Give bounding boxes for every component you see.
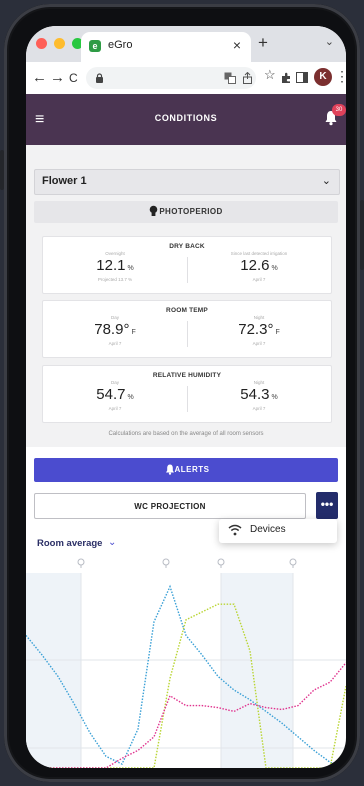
browser-menu-icon[interactable]: ⋮ (335, 68, 346, 85)
room-select[interactable]: Flower 1 ⌄ (34, 169, 340, 195)
stat-value: 54.7 (96, 386, 126, 403)
conditions-panel: Flower 1 ⌄ PHOTOPERIOD DRY BACK Overnigh… (26, 145, 346, 447)
wifi-icon (228, 524, 242, 536)
phone-screen: e eGro × + ⌄ ← → C ☆ K ⋮ ≡ CONDITIONS 30… (26, 26, 346, 768)
stat-value: 72.3° (238, 321, 274, 338)
stat-unit: F (275, 329, 280, 336)
egro-favicon-icon: e (89, 40, 101, 52)
app-header: ≡ CONDITIONS 30 (26, 94, 346, 145)
close-window-dot[interactable] (36, 38, 47, 49)
stat-note: April 7 (108, 406, 122, 411)
room-average-select[interactable]: Room average (37, 538, 102, 549)
share-icon[interactable] (242, 72, 253, 84)
wc-projection-label: WC PROJECTION (134, 502, 206, 511)
relative-humidity-card: RELATIVE HUMIDITY Day 54.7% April 7 Nigh… (42, 365, 332, 423)
calculation-footnote: Calculations are based on the average of… (108, 431, 264, 437)
tab-close-icon[interactable]: × (233, 37, 241, 53)
page-title: CONDITIONS (154, 113, 218, 123)
card-title: RELATIVE HUMIDITY (152, 372, 222, 379)
stat-note: April 7 (252, 341, 266, 346)
phone-side-button (360, 200, 364, 270)
menu-item-devices[interactable]: Devices (250, 524, 286, 535)
back-icon[interactable]: ← (32, 69, 47, 86)
bulb-marker-icon (77, 558, 85, 568)
dry-back-card: DRY BACK Overnight 12.1% Projected 13.7 … (42, 236, 332, 294)
card-right-stat: Night 54.3% April 7 (187, 380, 331, 420)
browser-tab-bar: e eGro × + ⌄ (26, 26, 346, 62)
alerts-button[interactable]: ALERTS (34, 458, 338, 482)
stat-value: 54.3 (240, 386, 270, 403)
minimize-window-dot[interactable] (54, 38, 65, 49)
more-options-menu: Devices (219, 519, 337, 543)
card-right-stat: Night 72.3° F April 7 (187, 315, 331, 355)
room-temp-card: ROOM TEMP Day 78.9° F April 7 Night 72.3°… (42, 300, 332, 358)
more-options-button[interactable]: ••• (316, 492, 338, 519)
chevron-down-icon[interactable]: ⌄ (108, 537, 116, 548)
lock-icon (96, 73, 103, 83)
stat-value: 78.9° (94, 321, 130, 338)
extensions-icon[interactable] (280, 72, 292, 84)
alerts-label: ALERTS (174, 465, 210, 474)
card-title: DRY BACK (169, 243, 205, 250)
chevron-down-icon: ⌄ (321, 175, 331, 187)
window-controls (36, 38, 83, 49)
bookmark-star-icon[interactable]: ☆ (264, 67, 276, 83)
bulb-marker-icon (217, 558, 225, 568)
conditions-chart (26, 558, 346, 768)
profile-avatar[interactable]: K (314, 68, 332, 86)
browser-tab[interactable]: e eGro × (81, 32, 251, 62)
stat-unit: F (131, 329, 136, 336)
card-left-stat: Overnight 12.1% Projected 13.7 % (43, 251, 187, 291)
translate-icon[interactable] (224, 72, 236, 84)
stat-value: 12.1 (96, 257, 126, 274)
bulb-marker-icon (289, 558, 297, 568)
tab-search-icon[interactable]: ⌄ (325, 35, 334, 48)
new-tab-icon[interactable]: + (258, 33, 268, 53)
stat-unit: % (127, 394, 134, 401)
stat-unit: % (271, 265, 278, 272)
room-select-value: Flower 1 (42, 175, 87, 187)
card-left-stat: Day 54.7% April 7 (43, 380, 187, 420)
stat-value: 12.6 (240, 257, 270, 274)
stat-note: Projected 13.7 % (97, 277, 133, 282)
tab-title: eGro (108, 39, 133, 51)
photoperiod-bar[interactable]: PHOTOPERIOD (34, 201, 338, 223)
card-title: ROOM TEMP (166, 307, 208, 314)
notification-count-badge: 30 (332, 104, 346, 116)
stat-unit: % (127, 265, 134, 272)
photoperiod-label: PHOTOPERIOD (159, 207, 223, 216)
night-shading (26, 573, 81, 768)
forward-icon[interactable]: → (50, 69, 65, 86)
stat-note: April 7 (108, 341, 122, 346)
browser-toolbar: ← → C ☆ K ⋮ (26, 62, 346, 95)
card-right-stat: Since last detected irrigation 12.6% Apr… (187, 251, 331, 291)
stat-note: April 7 (252, 406, 266, 411)
reload-icon[interactable]: C (69, 71, 78, 85)
stat-note: April 7 (252, 277, 266, 282)
stat-unit: % (271, 394, 278, 401)
address-bar[interactable] (86, 67, 256, 89)
sidepanel-icon[interactable] (296, 72, 308, 83)
phone-frame: e eGro × + ⌄ ← → C ☆ K ⋮ ≡ CONDITIONS 30… (4, 4, 360, 782)
wc-projection-button[interactable]: WC PROJECTION (34, 493, 306, 519)
card-left-stat: Day 78.9° F April 7 (43, 315, 187, 355)
bulb-marker-icon (162, 558, 170, 568)
night-shading (221, 573, 293, 768)
